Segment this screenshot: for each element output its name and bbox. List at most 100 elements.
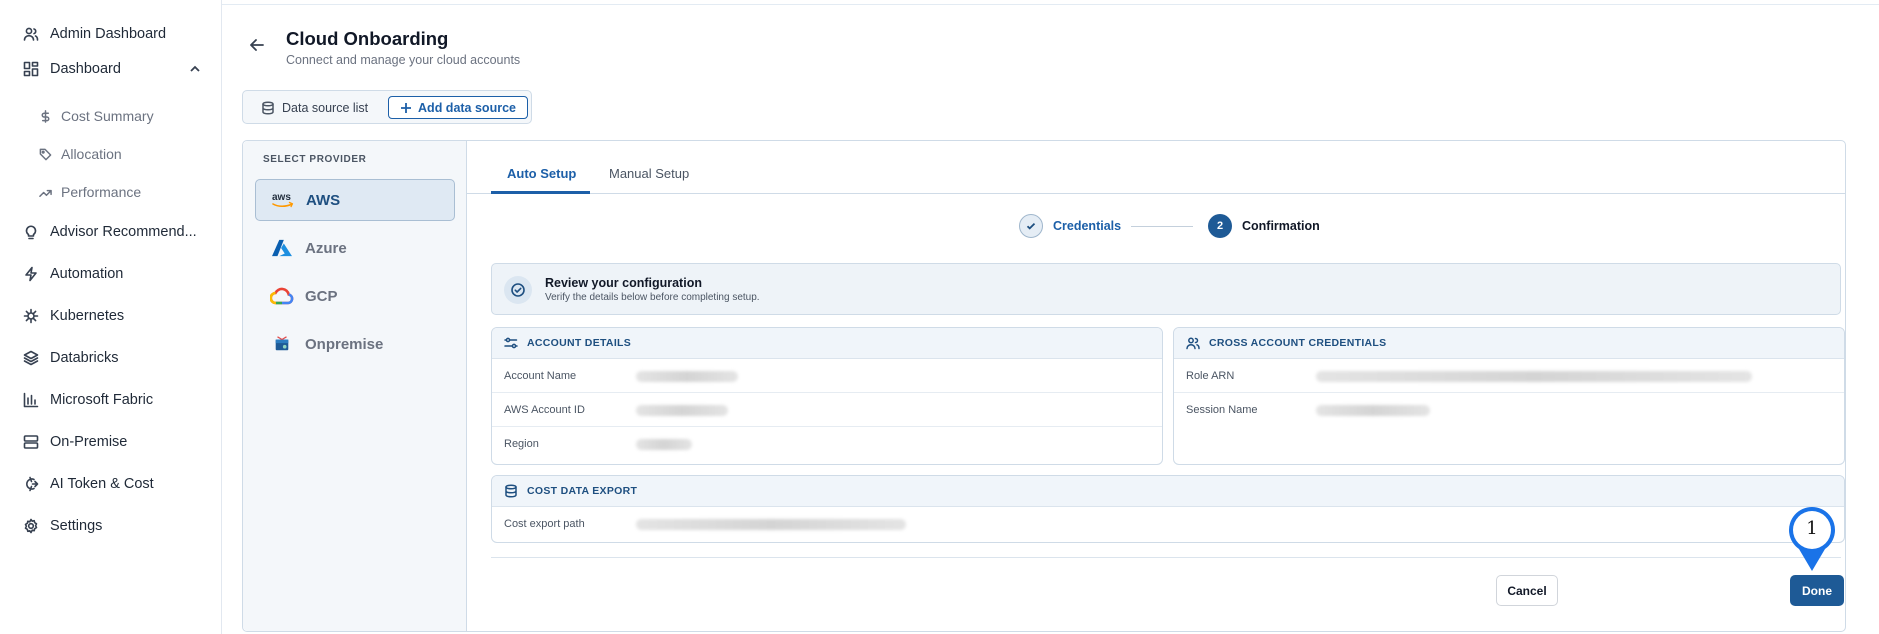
onboarding-panel: SELECT PROVIDER aws AWS Azure GCP Onprem… bbox=[242, 140, 1846, 632]
sidebar-item-on-premise[interactable]: On-Premise bbox=[22, 430, 202, 454]
detail-row: AWS Account ID bbox=[492, 393, 1162, 427]
trend-up-icon bbox=[38, 185, 52, 199]
sidebar-item-advisor-recommendations[interactable]: Advisor Recommend... bbox=[22, 220, 202, 244]
sidebar-item-databricks[interactable]: Databricks bbox=[22, 346, 202, 370]
check-circle-icon bbox=[504, 276, 532, 304]
check-icon bbox=[1026, 222, 1036, 230]
card-header: CROSS ACCOUNT CREDENTIALS bbox=[1174, 328, 1844, 359]
chevron-up-icon[interactable] bbox=[188, 62, 202, 76]
setup-tabs: Auto Setup Manual Setup bbox=[467, 141, 1845, 194]
step-confirmation-indicator: 2 bbox=[1208, 214, 1232, 238]
detail-row: Cost export path bbox=[492, 507, 1844, 541]
tag-icon bbox=[38, 147, 52, 161]
sidebar-subitem-label: Allocation bbox=[61, 146, 122, 162]
sidebar-item-automation[interactable]: Automation bbox=[22, 262, 202, 286]
card-header: COST DATA EXPORT bbox=[492, 476, 1844, 507]
sidebar-item-label: Admin Dashboard bbox=[50, 26, 167, 42]
done-button[interactable]: Done bbox=[1790, 575, 1844, 606]
gear-icon bbox=[22, 517, 40, 535]
sidebar-item-label: Kubernetes bbox=[50, 308, 125, 324]
sidebar-item-label: On-Premise bbox=[50, 434, 128, 450]
users-icon bbox=[1186, 337, 1200, 350]
database-icon bbox=[262, 101, 274, 115]
cancel-button[interactable]: Cancel bbox=[1496, 575, 1558, 606]
sidebar-item-microsoft-fabric[interactable]: Microsoft Fabric bbox=[22, 388, 202, 412]
sidebar: Admin Dashboard Dashboard Cost Summary A… bbox=[0, 0, 222, 634]
redacted-value bbox=[636, 405, 728, 416]
redacted-value bbox=[1316, 371, 1752, 382]
redacted-value bbox=[636, 371, 738, 382]
sidebar-item-admin-dashboard[interactable]: Admin Dashboard bbox=[22, 22, 202, 46]
active-tab-indicator bbox=[491, 191, 590, 194]
provider-list: SELECT PROVIDER aws AWS Azure GCP Onprem… bbox=[243, 141, 467, 631]
azure-logo-icon bbox=[269, 237, 295, 259]
detail-row: Region bbox=[492, 427, 1162, 461]
review-title: Review your configuration bbox=[545, 276, 702, 290]
tab-add-data-source[interactable]: Add data source bbox=[388, 96, 528, 119]
detail-row: Role ARN bbox=[1174, 359, 1844, 393]
provider-gcp[interactable]: GCP bbox=[255, 275, 455, 317]
plus-icon bbox=[401, 102, 412, 113]
review-banner: Review your configuration Verify the det… bbox=[491, 263, 1841, 315]
sidebar-item-ai-token-cost[interactable]: AI Token & Cost bbox=[22, 472, 202, 496]
sidebar-item-label: Dashboard bbox=[50, 61, 121, 77]
sidebar-item-kubernetes[interactable]: Kubernetes bbox=[22, 304, 202, 328]
provider-azure[interactable]: Azure bbox=[255, 227, 455, 269]
sidebar-item-label: Automation bbox=[50, 266, 124, 282]
step-confirmation-label: Confirmation bbox=[1242, 219, 1320, 233]
sidebar-item-label: AI Token & Cost bbox=[50, 476, 154, 492]
sidebar-item-label: Microsoft Fabric bbox=[50, 392, 154, 408]
helm-icon bbox=[22, 307, 40, 325]
provider-aws[interactable]: aws AWS bbox=[255, 179, 455, 221]
annotation-marker-number: 1 bbox=[1806, 518, 1818, 539]
zap-icon bbox=[22, 265, 40, 283]
svg-text:aws: aws bbox=[272, 192, 291, 203]
ai-icon bbox=[22, 475, 40, 493]
tab-manual-setup[interactable]: Manual Setup bbox=[609, 166, 689, 181]
card-header: ACCOUNT DETAILS bbox=[492, 328, 1162, 359]
setup-area: Auto Setup Manual Setup Credentials 2 Co… bbox=[467, 141, 1845, 631]
detail-row: Session Name bbox=[1174, 393, 1844, 427]
step-credentials-label[interactable]: Credentials bbox=[1053, 219, 1121, 233]
sidebar-subitem-label: Performance bbox=[61, 184, 142, 200]
sidebar-item-settings[interactable]: Settings bbox=[22, 514, 202, 538]
sidebar-subitem-allocation[interactable]: Allocation bbox=[38, 143, 122, 165]
users-icon bbox=[22, 25, 40, 43]
top-divider bbox=[0, 4, 1879, 5]
sidebar-item-dashboard[interactable]: Dashboard bbox=[22, 57, 202, 81]
tab-data-source-list[interactable]: Data source list bbox=[261, 99, 368, 117]
footer-divider bbox=[491, 557, 1841, 558]
page-title: Cloud Onboarding bbox=[286, 28, 449, 49]
sidebar-item-label: Settings bbox=[50, 518, 103, 534]
cost-data-export-card: COST DATA EXPORT Cost export path bbox=[491, 475, 1845, 543]
bar-chart-icon bbox=[22, 391, 40, 409]
settings-sliders-icon bbox=[504, 337, 518, 349]
aws-logo-icon: aws bbox=[270, 189, 296, 211]
detail-row: Account Name bbox=[492, 359, 1162, 393]
redacted-value bbox=[636, 439, 692, 450]
sidebar-subitem-cost-summary[interactable]: Cost Summary bbox=[38, 105, 154, 127]
lightbulb-icon bbox=[22, 223, 40, 241]
redacted-value bbox=[1316, 405, 1430, 416]
annotation-marker bbox=[1789, 507, 1835, 571]
sidebar-subitem-performance[interactable]: Performance bbox=[38, 181, 141, 203]
onpremise-logo-icon bbox=[269, 333, 295, 355]
database-icon bbox=[505, 484, 517, 498]
sidebar-item-label: Databricks bbox=[50, 350, 119, 366]
sidebar-item-label: Advisor Recommend... bbox=[50, 224, 197, 240]
provider-onpremise[interactable]: Onpremise bbox=[255, 323, 455, 365]
redacted-value bbox=[636, 519, 906, 530]
review-subtitle: Verify the details below before completi… bbox=[545, 292, 760, 303]
stepper-connector bbox=[1131, 226, 1193, 227]
provider-heading: SELECT PROVIDER bbox=[263, 154, 367, 165]
step-credentials-indicator bbox=[1019, 214, 1043, 238]
gcp-logo-icon bbox=[269, 285, 295, 307]
page-subtitle: Connect and manage your cloud accounts bbox=[286, 53, 521, 67]
sidebar-subitem-label: Cost Summary bbox=[61, 108, 154, 124]
server-icon bbox=[22, 433, 40, 451]
back-arrow-icon[interactable] bbox=[248, 36, 268, 56]
tab-auto-setup[interactable]: Auto Setup bbox=[507, 166, 576, 181]
cross-account-card: CROSS ACCOUNT CREDENTIALS Role ARN Sessi… bbox=[1173, 327, 1845, 465]
data-source-tabs: Data source list Add data source bbox=[242, 90, 532, 124]
dollar-icon bbox=[38, 109, 52, 123]
